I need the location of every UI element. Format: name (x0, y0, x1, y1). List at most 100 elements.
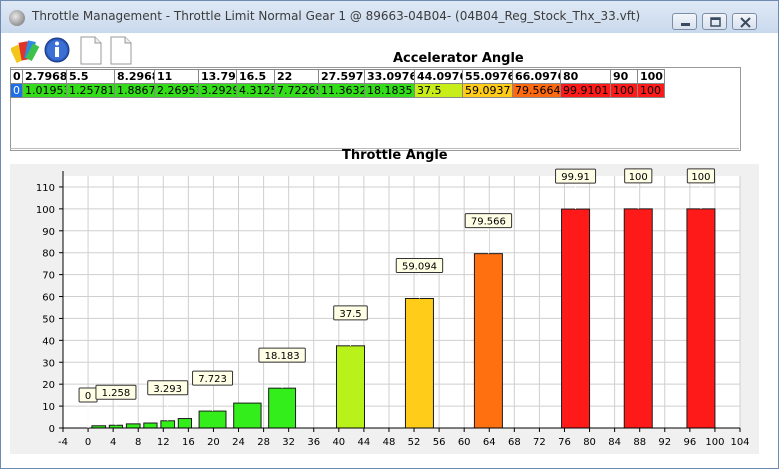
x-tick-label: 32 (282, 437, 295, 448)
table-header-cell[interactable]: 66.0976 (512, 69, 561, 84)
x-tick-label: 12 (157, 437, 170, 448)
data-label: 99.91 (561, 172, 590, 183)
x-tick-label: 100 (705, 437, 724, 448)
x-tick-label: 4 (110, 437, 116, 448)
color-palette-icon (9, 40, 40, 63)
new-page-button[interactable] (77, 36, 105, 65)
table-cell[interactable]: 79.5664 (512, 83, 561, 98)
y-tick-label: 50 (42, 314, 55, 325)
table-cell[interactable]: 1.01953 (22, 83, 67, 98)
x-tick-label: 40 (332, 437, 345, 448)
bar (623, 208, 653, 429)
x-tick-label: 44 (358, 437, 371, 448)
y-tick-label: 100 (36, 205, 55, 216)
table-cell[interactable]: 11.3632 (318, 83, 365, 98)
close-icon (740, 17, 751, 28)
close-button[interactable] (732, 13, 757, 30)
table-header-cell[interactable]: 11 (154, 69, 199, 84)
table-cell[interactable]: 4.3125 (236, 83, 275, 98)
x-tick-label: 76 (558, 437, 571, 448)
bar (198, 410, 227, 429)
x-tick-label: 64 (483, 437, 496, 448)
table-header-cell[interactable]: 100 (637, 69, 665, 84)
table-header-cell[interactable]: 0 (10, 69, 23, 84)
x-tick-label: 52 (408, 437, 421, 448)
x-tick-label: 68 (508, 437, 521, 448)
bar (125, 423, 141, 429)
accelerator-table: 02.796875.58.296871113.796816.52227.5976… (10, 69, 665, 98)
table-row: 01.019531.257811.886712.269533.292964.31… (10, 83, 665, 98)
data-label: 59.094 (402, 262, 437, 273)
data-label: 100 (691, 172, 710, 183)
bar (404, 298, 434, 429)
table-header-cell[interactable]: 5.5 (66, 69, 115, 84)
x-tick-label: 48 (383, 437, 396, 448)
table-header-cell[interactable]: 13.7968 (198, 69, 237, 84)
bar (473, 253, 503, 429)
table-header-cell[interactable]: 55.0976 (462, 69, 513, 84)
table-title: Accelerator Angle (393, 51, 524, 66)
table-cell[interactable]: 59.0937 (462, 83, 513, 98)
blank-page-icon (110, 36, 132, 65)
info-button[interactable] (43, 36, 71, 65)
bar (143, 422, 158, 429)
table-header-cell[interactable]: 8.29687 (114, 69, 155, 84)
chart-panel: 0 10 20 30 40 50 60 70 80 90 100 110 -4 0 4 8 12 16 20 24 28… (10, 164, 759, 454)
table-cell[interactable]: 1.88671 (114, 83, 155, 98)
table-cell[interactable]: 18.1835 (364, 83, 415, 98)
table-cell[interactable]: 7.72265 (274, 83, 319, 98)
x-tick-label: -4 (58, 437, 68, 448)
table-header-cell[interactable]: 33.0976 (364, 69, 415, 84)
x-tick-label: 104 (730, 437, 749, 448)
y-tick-label: 90 (42, 227, 55, 238)
table-header-cell[interactable]: 90 (610, 69, 638, 84)
y-tick-label: 20 (42, 380, 55, 391)
data-label: 1.258 (102, 388, 131, 399)
table-header-cell[interactable]: 80 (560, 69, 611, 84)
throttle-angle-chart: 0102030405060708090100110-4 0 4 8 12 16 20 24 28… (36, 168, 750, 448)
table-header-row: 02.796875.58.296871113.796816.52227.5976… (10, 69, 665, 84)
minimize-button[interactable] (672, 13, 697, 30)
y-tick-label: 0 (49, 424, 55, 435)
x-tick-label: 60 (458, 437, 471, 448)
x-tick-label: 96 (683, 437, 696, 448)
maximize-icon (710, 17, 721, 27)
table-cell[interactable]: 100 (637, 83, 665, 98)
x-tick-label: 16 (182, 437, 195, 448)
throttle-management-window: Throttle Management - Throttle Limit Nor… (0, 0, 779, 469)
data-label: 18.183 (265, 351, 300, 362)
x-tick-label: 80 (583, 437, 596, 448)
y-tick-label: 60 (42, 293, 55, 304)
x-tick-label: 28 (257, 437, 270, 448)
table-cell[interactable]: 0 (10, 83, 23, 98)
table-header-cell[interactable]: 2.79687 (22, 69, 67, 84)
x-tick-label: 84 (608, 437, 621, 448)
y-tick-label: 40 (42, 336, 55, 347)
title-bar[interactable]: Throttle Management - Throttle Limit Nor… (1, 1, 778, 33)
data-label: 79.566 (471, 217, 506, 228)
x-tick-label: 8 (135, 437, 141, 448)
bar (160, 420, 176, 429)
table-header-cell[interactable]: 44.0976 (414, 69, 463, 84)
table-cell[interactable]: 99.9101 (560, 83, 611, 98)
x-tick-label: 56 (433, 437, 446, 448)
table-header-cell[interactable]: 27.5976 (318, 69, 365, 84)
maximize-button[interactable] (702, 13, 727, 30)
app-icon (9, 10, 25, 26)
table-cell[interactable]: 2.26953 (154, 83, 199, 98)
bar (686, 208, 716, 429)
color-palette-button[interactable] (9, 36, 40, 65)
x-tick-label: 72 (533, 437, 546, 448)
table-header-cell[interactable]: 22 (274, 69, 319, 84)
y-tick-label: 110 (36, 183, 55, 194)
x-tick-label: 20 (207, 437, 220, 448)
table-cell[interactable]: 100 (610, 83, 638, 98)
table-header-cell[interactable]: 16.5 (236, 69, 275, 84)
table-cell[interactable]: 1.25781 (66, 83, 115, 98)
window-title: Throttle Management - Throttle Limit Nor… (32, 9, 641, 23)
data-label: 100 (629, 172, 648, 183)
new-page-button-2[interactable] (107, 36, 135, 65)
table-cell[interactable]: 37.5 (414, 83, 463, 98)
y-tick-label: 80 (42, 249, 55, 260)
table-cell[interactable]: 3.29296 (198, 83, 237, 98)
